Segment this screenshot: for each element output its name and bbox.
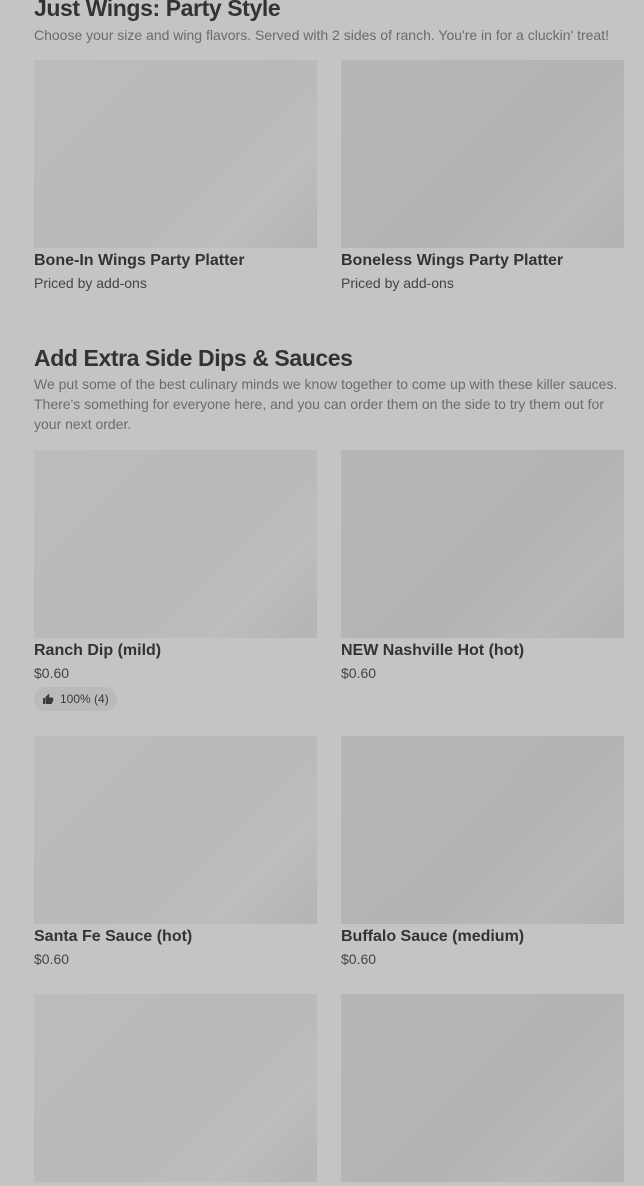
menu-item-price: $0.60 xyxy=(34,951,70,967)
section-title: Add Extra Side Dips & Sauces xyxy=(34,345,353,371)
section-title: Just Wings: Party Style xyxy=(34,0,281,21)
menu-item-price: Priced by add-ons xyxy=(34,275,147,291)
menu-item-name: NEW Nashville Hot (hot) xyxy=(341,642,525,659)
menu-item-card[interactable]: Ranch Dip (mild) $0.60 100% (4) xyxy=(34,450,317,711)
menu-item-image xyxy=(34,736,317,924)
menu-item-image xyxy=(34,450,317,638)
menu-item-price: $0.60 xyxy=(341,951,377,967)
menu-item-card[interactable] xyxy=(341,994,624,1182)
menu-item-name: Santa Fe Sauce (hot) xyxy=(34,928,193,945)
section-description: Choose your size and wing flavors. Serve… xyxy=(34,27,609,43)
menu-item-price: Priced by add-ons xyxy=(341,275,454,291)
menu-item-image xyxy=(34,60,317,248)
rating-text: 100% (4) xyxy=(60,692,109,706)
menu-item-name: Ranch Dip (mild) xyxy=(34,642,162,659)
menu-item-image xyxy=(34,994,317,1182)
menu-page: Just Wings: Party Style Choose your size… xyxy=(0,0,644,1186)
menu-item-card[interactable]: Santa Fe Sauce (hot) $0.60 xyxy=(34,736,317,969)
menu-item-card[interactable]: Bone-In Wings Party Platter Priced by ad… xyxy=(34,60,317,293)
menu-item-name: Boneless Wings Party Platter xyxy=(341,252,564,269)
menu-item-card[interactable]: Buffalo Sauce (medium) $0.60 xyxy=(341,736,624,969)
rating-badge: 100% (4) xyxy=(34,687,117,711)
menu-item-price: $0.60 xyxy=(34,665,70,681)
menu-item-card[interactable]: Boneless Wings Party Platter Priced by a… xyxy=(341,60,624,293)
menu-item-name: Bone-In Wings Party Platter xyxy=(34,252,245,269)
section-description: We put some of the best culinary minds w… xyxy=(34,376,618,432)
menu-item-price: $0.60 xyxy=(341,665,377,681)
menu-item-image xyxy=(341,450,624,638)
menu-item-image xyxy=(341,60,624,248)
menu-item-card[interactable] xyxy=(34,994,317,1182)
section-just-wings: Just Wings: Party Style Choose your size… xyxy=(34,0,624,45)
menu-item-image xyxy=(341,994,624,1182)
thumbs-up-icon xyxy=(43,694,54,704)
menu-item-name: Buffalo Sauce (medium) xyxy=(341,928,525,945)
section-dips-sauces: Add Extra Side Dips & Sauces We put some… xyxy=(34,344,624,434)
menu-item-image xyxy=(341,736,624,924)
menu-item-card[interactable]: NEW Nashville Hot (hot) $0.60 xyxy=(341,450,624,683)
